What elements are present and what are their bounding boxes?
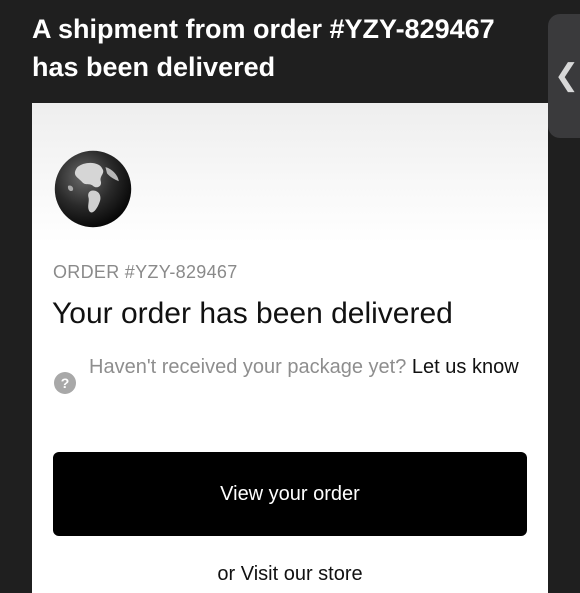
- visit-store-link[interactable]: Visit our store: [241, 563, 363, 585]
- globe-logo: [54, 150, 132, 228]
- view-order-button[interactable]: View your order: [53, 452, 527, 536]
- help-message: Haven't received your package yet? Let u…: [89, 351, 529, 383]
- back-tab[interactable]: ❮: [548, 14, 580, 138]
- visit-store-line: or Visit our store: [32, 563, 548, 586]
- delivery-headline: Your order has been delivered: [52, 297, 453, 330]
- help-question: Haven't received your package yet?: [89, 356, 407, 378]
- store-prefix: or: [217, 563, 236, 585]
- question-circle-icon: ?: [54, 372, 76, 394]
- order-number-label: ORDER #YZY-829467: [53, 262, 238, 282]
- chevron-left-icon: ❮: [554, 58, 580, 93]
- email-subject: A shipment from order #YZY-829467 has be…: [32, 14, 495, 82]
- email-card: ORDER #YZY-829467 Your order has been de…: [32, 103, 548, 593]
- let-us-know-link[interactable]: Let us know: [412, 356, 519, 378]
